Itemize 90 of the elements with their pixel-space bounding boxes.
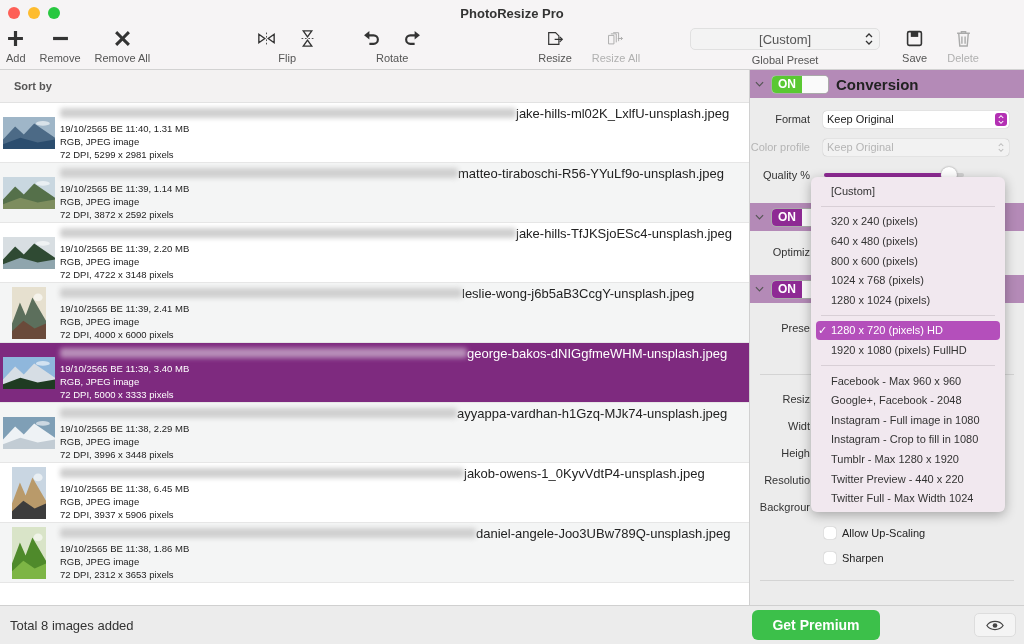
field-label: Widt xyxy=(787,419,810,432)
file-info: 19/10/2565 BE 11:38, 6.45 MB xyxy=(60,482,191,495)
file-name: jake-hills-TfJKSjoESc4-unsplash.jpeg xyxy=(516,225,733,241)
field-label: Quality % xyxy=(761,169,810,181)
file-info: RGB, JPEG image xyxy=(60,495,141,508)
toolbar-label: Rotate xyxy=(375,52,409,64)
chevron-up-down-icon xyxy=(995,140,1007,154)
file-info: 19/10/2565 BE 11:38, 2.29 MB xyxy=(60,422,191,435)
global-preset-select[interactable]: [Custom] xyxy=(690,28,881,50)
menu-item[interactable]: Instagram - Crop to fill in 1080 xyxy=(816,429,1000,450)
file-info: RGB, JPEG image xyxy=(60,255,141,268)
popup-select[interactable]: Keep Original xyxy=(823,110,1009,128)
document-arrow-icon[interactable] xyxy=(546,30,564,47)
file-info: 19/10/2565 BE 11:39, 2.41 MB xyxy=(60,302,191,315)
file-row[interactable]: ayyappa-vardhan-h1Gzq-MJk74-unsplash.jpeg 19/10/2565 BE 11:38, 2.29 MB RGB, JPEG image 72 DPI, 3996 x 3448 pixels xyxy=(0,403,749,463)
toolbar-label: Resize xyxy=(538,52,572,64)
file-info: 72 DPI, 5000 x 3333 pixels xyxy=(60,388,175,401)
menu-item[interactable]: Tumblr - Max 1280 x 1920 xyxy=(816,449,1000,469)
toolbar-label: Delete xyxy=(947,52,979,64)
status-text: Total 8 images added xyxy=(10,617,134,633)
file-info: 72 DPI, 4000 x 6000 pixels xyxy=(60,328,175,341)
menu-item[interactable]: Twitter Preview - 440 x 220 xyxy=(816,468,1000,489)
file-info: RGB, JPEG image xyxy=(60,315,141,328)
file-info: 72 DPI, 3996 x 3448 pixels xyxy=(60,448,175,461)
file-name: ayyappa-vardhan-h1Gzq-MJk74-unsplash.jpeg xyxy=(457,405,728,421)
close-button[interactable] xyxy=(8,7,20,19)
file-info: 72 DPI, 3872 x 2592 pixels xyxy=(60,208,175,221)
toolbar-label: Flip xyxy=(278,52,297,64)
file-info: 72 DPI, 5299 x 2981 pixels xyxy=(60,148,175,161)
file-info: RGB, JPEG image xyxy=(60,135,141,148)
toolbar-label: Save xyxy=(902,52,928,64)
menu-item[interactable]: Instagram - Full image in 1080 xyxy=(816,409,1000,430)
toolbar-label: Global Preset xyxy=(751,54,819,66)
file-name: jake-hills-ml02K_LxlfU-unsplash.jpeg xyxy=(516,105,730,121)
chevron-up-down-icon xyxy=(995,112,1007,126)
file-info: RGB, JPEG image xyxy=(60,555,141,568)
file-info: 72 DPI, 4722 x 3148 pixels xyxy=(60,268,175,281)
file-name: george-bakos-dNIGgfmeWHM-unsplash.jpeg xyxy=(467,345,728,361)
file-name: matteo-tiraboschi-R56-YYuLf9o-unsplash.jpeg xyxy=(458,165,724,181)
file-info: 19/10/2565 BE 11:39, 1.14 MB xyxy=(60,182,191,195)
toolbar-label: Remove xyxy=(39,52,81,64)
x-icon[interactable] xyxy=(113,30,131,47)
eye-icon xyxy=(986,619,1004,631)
section-title: Conversion xyxy=(836,75,919,93)
file-info: 19/10/2565 BE 11:39, 3.40 MB xyxy=(60,362,191,375)
file-row[interactable]: matteo-tiraboschi-R56-YYuLf9o-unsplash.jpeg 19/10/2565 BE 11:39, 1.14 MB RGB, JPEG image 72 DPI, 3872 x 2592 pixels xyxy=(0,163,749,223)
menu-item[interactable]: Facebook - Max 960 x 960 xyxy=(816,370,1000,391)
menu-item[interactable]: Google+, Facebook - 2048 xyxy=(816,390,1000,410)
menu-item[interactable]: Twitter Full - Max Width 1024 xyxy=(816,488,1000,508)
file-info: 19/10/2565 BE 11:40, 1.31 MB xyxy=(60,122,191,135)
file-info: 72 DPI, 2312 x 3653 pixels xyxy=(60,568,175,581)
file-info: RGB, JPEG image xyxy=(60,435,141,448)
file-info: 19/10/2565 BE 11:38, 1.86 MB xyxy=(60,542,191,555)
window-title: PhotoResize Pro xyxy=(460,5,564,21)
preview-button[interactable] xyxy=(974,613,1016,637)
file-row[interactable]: leslie-wong-j6b5aB3CcgY-unsplash.jpeg 19/10/2565 BE 11:39, 2.41 MB RGB, JPEG image 72 DPI, 4000 x 6000 pixels xyxy=(0,283,749,343)
field-label: Resolutio xyxy=(763,473,810,486)
file-row[interactable]: daniel-angele-Joo3UBw789Q-unsplash.jpeg 19/10/2565 BE 11:38, 1.86 MB RGB, JPEG image 72 DPI, 2312 x 3653 pixels xyxy=(0,523,749,583)
menu-item[interactable]: [Custom] xyxy=(816,181,1000,201)
toolbar-label: Resize All xyxy=(591,52,641,64)
file-name: daniel-angele-Joo3UBw789Q-unsplash.jpeg xyxy=(476,525,731,541)
checkbox[interactable] xyxy=(824,551,836,564)
field-label: Heigh xyxy=(780,446,810,459)
field-label: Resiz xyxy=(781,392,810,405)
checkbox-label: Sharpen xyxy=(842,551,884,564)
file-info: RGB, JPEG image xyxy=(60,375,141,388)
menu-item[interactable]: ✓ 1280 x 720 (pixels) HD xyxy=(816,320,1000,341)
rotate-left-icon[interactable] xyxy=(363,30,381,47)
plus-icon[interactable] xyxy=(7,30,25,47)
toolbar-label: Remove All xyxy=(94,52,151,64)
menu-item[interactable]: 800 x 600 (pixels) xyxy=(816,250,1000,271)
field-label: Backgrour xyxy=(758,500,810,513)
file-info: 19/10/2565 BE 11:39, 2.20 MB xyxy=(60,242,191,255)
file-info: RGB, JPEG image xyxy=(60,195,141,208)
field-label: Prese xyxy=(780,322,810,334)
checkbox[interactable] xyxy=(824,526,836,539)
flip-horizontal-icon[interactable] xyxy=(258,30,276,47)
rotate-right-icon[interactable] xyxy=(404,30,422,47)
field-label: Optimiz xyxy=(771,246,810,258)
file-name: leslie-wong-j6b5aB3CcgY-unsplash.jpeg xyxy=(462,285,695,301)
file-row[interactable]: george-bakos-dNIGgfmeWHM-unsplash.jpeg 19/10/2565 BE 11:39, 3.40 MB RGB, JPEG image 72 DPI, 5000 x 3333 pixels xyxy=(0,343,749,403)
chevron-up-down-icon xyxy=(865,33,874,45)
checkbox-label: Allow Up-Scaling xyxy=(842,526,926,539)
field-label: Format xyxy=(774,113,810,125)
toolbar-label: Add xyxy=(6,52,26,64)
menu-item[interactable]: 640 x 480 (pixels) xyxy=(816,231,1000,251)
file-info: 72 DPI, 3937 x 5906 pixels xyxy=(60,508,175,521)
sort-by-label[interactable]: Sort by xyxy=(14,80,52,92)
menu-item[interactable]: 1920 x 1080 (pixels) FullHD xyxy=(816,340,1000,360)
file-name: jakob-owens-1_0KyvVdtP4-unsplash.jpeg xyxy=(464,465,705,481)
